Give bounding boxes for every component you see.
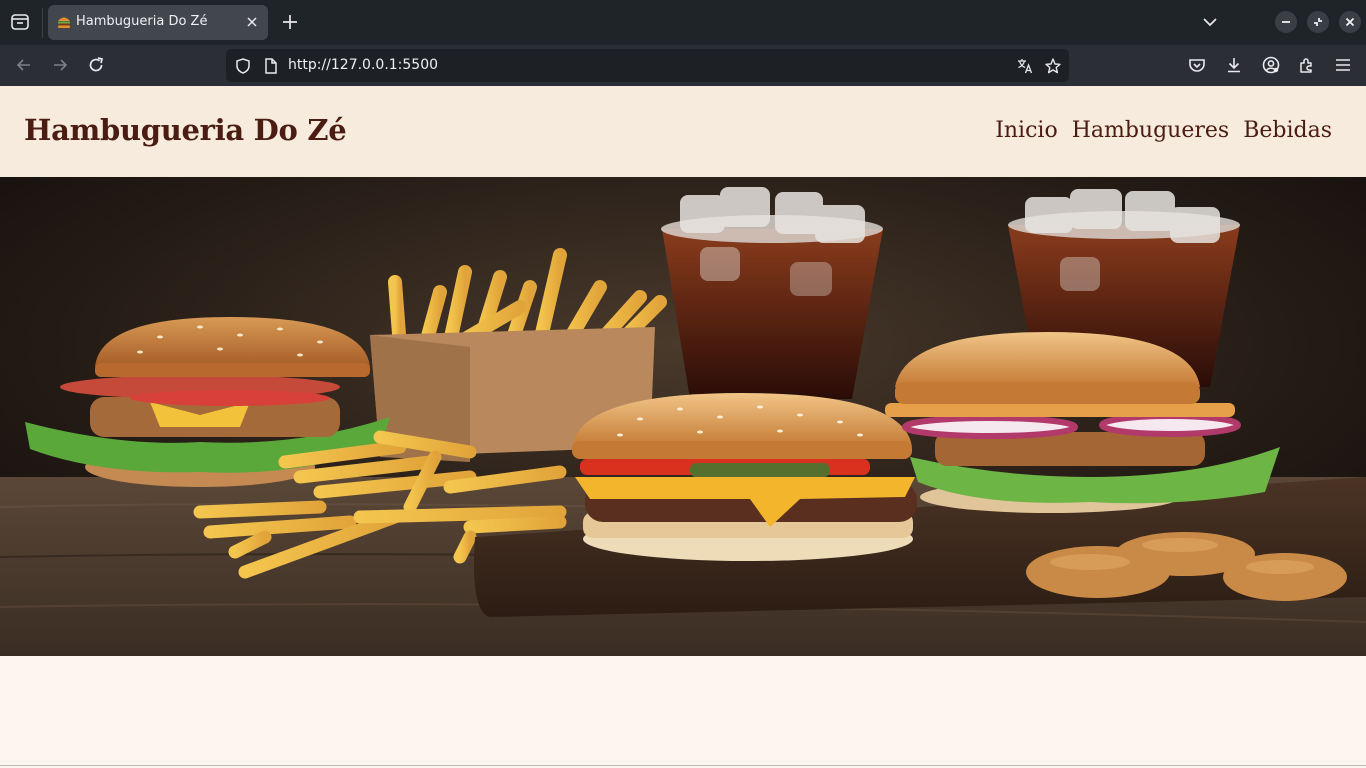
account-icon[interactable] — [1261, 55, 1281, 75]
site-header: Hambugueria Do Zé Inicio Hambugueres Beb… — [0, 86, 1366, 177]
page-content-area — [0, 656, 1366, 768]
restore-icon[interactable] — [1307, 11, 1329, 33]
section-divider — [0, 765, 1366, 766]
nav-link-hambugueres[interactable]: Hambugueres — [1072, 118, 1230, 143]
nav-link-inicio[interactable]: Inicio — [995, 118, 1058, 143]
browser-navbar: http://127.0.0.1:5500 — [0, 45, 1366, 86]
back-icon[interactable] — [14, 55, 34, 75]
browser-tabbar: Hambugueria Do Zé — [0, 0, 1366, 45]
shield-icon[interactable] — [234, 57, 252, 75]
browser-tab[interactable]: Hambugueria Do Zé — [48, 5, 268, 40]
hero-image — [0, 177, 1366, 656]
nav-link-bebidas[interactable]: Bebidas — [1243, 118, 1332, 143]
pocket-icon[interactable] — [1187, 55, 1207, 75]
site-title: Hambugueria Do Zé — [24, 113, 347, 147]
page-icon — [262, 57, 280, 75]
url-bar[interactable]: http://127.0.0.1:5500 — [226, 49, 1069, 82]
tab-title: Hambugueria Do Zé — [76, 14, 208, 29]
minimize-icon[interactable] — [1275, 11, 1297, 33]
forward-icon[interactable] — [50, 55, 70, 75]
window-close-icon[interactable] — [1339, 11, 1361, 33]
translate-icon[interactable] — [1016, 57, 1034, 75]
plus-icon[interactable] — [280, 11, 300, 33]
close-icon[interactable] — [244, 14, 260, 30]
tab-separator — [42, 8, 43, 38]
download-icon[interactable] — [1224, 55, 1244, 75]
tab-overview-icon[interactable] — [8, 10, 32, 34]
extensions-icon[interactable] — [1297, 55, 1317, 75]
chevron-down-icon[interactable] — [1200, 12, 1220, 32]
star-icon[interactable] — [1044, 57, 1062, 75]
reload-icon[interactable] — [86, 55, 106, 75]
burger-favicon-icon — [56, 14, 72, 30]
menu-icon[interactable] — [1333, 55, 1353, 75]
site-nav: Inicio Hambugueres Bebidas — [995, 118, 1332, 143]
url-text[interactable]: http://127.0.0.1:5500 — [288, 57, 438, 73]
